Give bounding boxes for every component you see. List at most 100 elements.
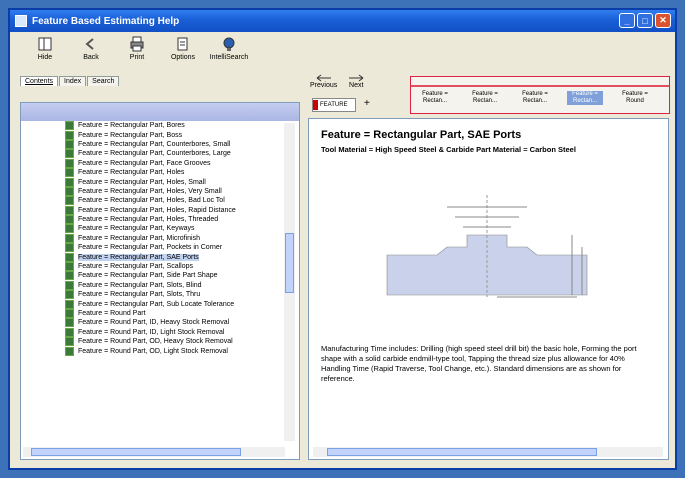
title-bar[interactable]: Feature Based Estimating Help _ □ ✕ (10, 10, 675, 32)
topic-hscroll-thumb[interactable] (327, 448, 597, 456)
tree-item-label: Feature = Round Part, ID, Light Stock Re… (78, 328, 225, 336)
topic-title: Feature = Rectangular Part, SAE Ports (321, 129, 522, 141)
pane-tabs: Contents Index Search (20, 72, 302, 86)
tree-item[interactable]: Feature = Round Part (65, 309, 278, 318)
tree-item[interactable]: Feature = Round Part, OD, Heavy Stock Re… (65, 337, 278, 347)
window-title: Feature Based Estimating Help (32, 15, 180, 27)
tree-item[interactable]: Feature = Rectangular Part, SAE Ports (65, 252, 278, 262)
back-button[interactable]: Back (68, 36, 114, 61)
strip-item[interactable]: Feature = Rectan... (467, 91, 503, 105)
minimize-button[interactable]: _ (619, 13, 635, 28)
book-page-icon (65, 224, 74, 234)
hide-label: Hide (37, 54, 53, 61)
topic-horizontal-scrollbar[interactable] (313, 447, 663, 457)
previous-button[interactable]: Previous (310, 74, 337, 89)
back-arrow-icon (85, 38, 94, 50)
book-page-icon (65, 205, 74, 215)
book-page-icon (65, 243, 74, 253)
feature-label: FEATURE (320, 102, 348, 108)
feature-strip: Feature = Rectan... Feature = Rectan... Fe… (410, 76, 670, 114)
tree-item[interactable]: Feature = Rectangular Part, Pockets in C… (65, 243, 278, 253)
book-page-icon (65, 327, 74, 337)
tree-item[interactable]: Feature = Rectangular Part, Holes, Very … (65, 186, 278, 196)
book-page-icon (65, 309, 74, 318)
tree-item[interactable]: Feature = Rectangular Part, Keyways (65, 224, 278, 234)
tree-header (21, 103, 299, 121)
book-page-icon (65, 130, 74, 140)
tree-item[interactable]: Feature = Rectangular Part, Bores (65, 121, 278, 131)
book-page-icon (65, 271, 74, 281)
options-label: Options (170, 54, 196, 61)
tab-search[interactable]: Search (87, 76, 120, 86)
options-button[interactable]: Options (160, 36, 206, 61)
tree-list: Feature = Rectangular Part, Bores Feature… (21, 121, 299, 356)
tree-item[interactable]: Feature = Round Part, ID, Heavy Stock Re… (65, 318, 278, 328)
tree-item[interactable]: Feature = Rectangular Part, Slots, Thru (65, 290, 278, 300)
next-button[interactable]: Next (347, 74, 365, 89)
print-label: Print (129, 54, 145, 61)
tree-item[interactable]: Feature = Rectangular Part, Holes (65, 168, 278, 178)
tree-item[interactable]: Feature = Rectangular Part, Scallops (65, 262, 278, 272)
book-page-icon (65, 149, 74, 159)
tree-item-label: Feature = Rectangular Part, Holes, Bad L… (78, 197, 225, 205)
strip-item[interactable]: Feature = Rectan... (517, 91, 553, 105)
tree-item-label: Feature = Rectangular Part, Holes, Threa… (78, 216, 219, 224)
book-page-icon (65, 233, 74, 243)
tree-item[interactable]: Feature = Rectangular Part, Holes, Rapid… (65, 205, 278, 215)
help-window: Feature Based Estimating Help _ □ ✕ Hide… (8, 8, 677, 470)
tree-item[interactable]: Feature = Rectangular Part, Counterbores… (65, 139, 278, 149)
tree-item-label: Feature = Round Part, ID, Heavy Stock Re… (78, 319, 230, 327)
tree-item[interactable]: Feature = Rectangular Part, Side Part Sh… (65, 271, 278, 281)
tree-item-label: Feature = Rectangular Part, Bores (78, 122, 185, 130)
book-page-icon (65, 158, 74, 168)
tree-item[interactable]: Feature = Round Part, OD, Light Stock Re… (65, 346, 278, 356)
tree-item[interactable]: Feature = Rectangular Part, Counterbores… (65, 149, 278, 159)
book-page-icon (65, 337, 74, 347)
tab-index[interactable]: Index (59, 76, 87, 86)
tree-item-label: Feature = Rectangular Part, Holes, Small (78, 178, 206, 186)
book-page-icon (65, 252, 74, 262)
book-page-icon (65, 196, 74, 206)
tree-item[interactable]: Feature = Rectangular Part, Holes, Bad L… (65, 196, 278, 206)
tree-item-label: Feature = Round Part (78, 310, 146, 317)
tree-item[interactable]: Feature = Round Part, ID, Light Stock Re… (65, 327, 278, 337)
topic-subtitle: Tool Material = High Speed Steel & Carbi… (321, 145, 576, 154)
tree-item[interactable]: Feature = Rectangular Part, Slots, Blind (65, 280, 278, 290)
tree-item-label: Feature = Rectangular Part, Slots, Thru (78, 291, 201, 299)
tree-item[interactable]: Feature = Rectangular Part, Boss (65, 130, 278, 140)
tab-contents[interactable]: Contents (20, 76, 59, 86)
tree-item-label: Feature = Rectangular Part, Microfinish (78, 234, 200, 242)
tree-item[interactable]: Feature = Rectangular Part, Sub Locate T… (65, 299, 278, 309)
strip-item[interactable]: Feature = Rectan... (567, 91, 603, 105)
strip-item[interactable]: Feature = Rectan... (417, 91, 453, 105)
tree-item-label: Feature = Rectangular Part, Sub Locate T… (78, 300, 235, 308)
feature-selector[interactable]: FEATURE (312, 98, 356, 112)
close-button[interactable]: ✕ (655, 13, 671, 28)
navigation-pane: Contents Index Search Feature = Rectangu… (20, 72, 302, 464)
tree-horizontal-scrollbar[interactable] (23, 447, 285, 457)
tree-vertical-scrollbar[interactable] (284, 123, 295, 441)
intellisearch-button[interactable]: IntelliSearch (206, 36, 252, 61)
topic-pane: Previous Next FEATURE + Feature = Rectan… (306, 72, 671, 464)
previous-arrow-icon (316, 74, 331, 82)
tree-hscroll-thumb[interactable] (31, 448, 241, 456)
topic-body: Manufacturing Time includes: Drilling (h… (321, 344, 637, 383)
tree-item[interactable]: Feature = Rectangular Part, Microfinish (65, 233, 278, 243)
add-icon[interactable]: + (364, 98, 370, 109)
tree-item-label: Feature = Rectangular Part, Scallops (78, 263, 193, 271)
tree-item[interactable]: Feature = Rectangular Part, Holes, Small (65, 177, 278, 187)
tree-item-label: Feature = Rectangular Part, Boss (78, 131, 183, 139)
strip-item[interactable]: Feature = Round (617, 91, 653, 105)
book-page-icon (65, 215, 74, 225)
tree-item[interactable]: Feature = Rectangular Part, Holes, Threa… (65, 215, 278, 225)
tree-item-label: Feature = Round Part, OD, Light Stock Re… (78, 347, 228, 355)
maximize-button[interactable]: □ (637, 13, 653, 28)
book-page-icon (65, 186, 74, 196)
tree-scroll-thumb[interactable] (285, 233, 294, 293)
hide-icon (38, 37, 52, 51)
intellisearch-label: IntelliSearch (209, 54, 249, 61)
tree-item[interactable]: Feature = Rectangular Part, Face Grooves (65, 158, 278, 168)
tree-item-label: Feature = Rectangular Part, Slots, Blind (78, 281, 202, 289)
hide-button[interactable]: Hide (22, 36, 68, 61)
print-button[interactable]: Print (114, 36, 160, 61)
